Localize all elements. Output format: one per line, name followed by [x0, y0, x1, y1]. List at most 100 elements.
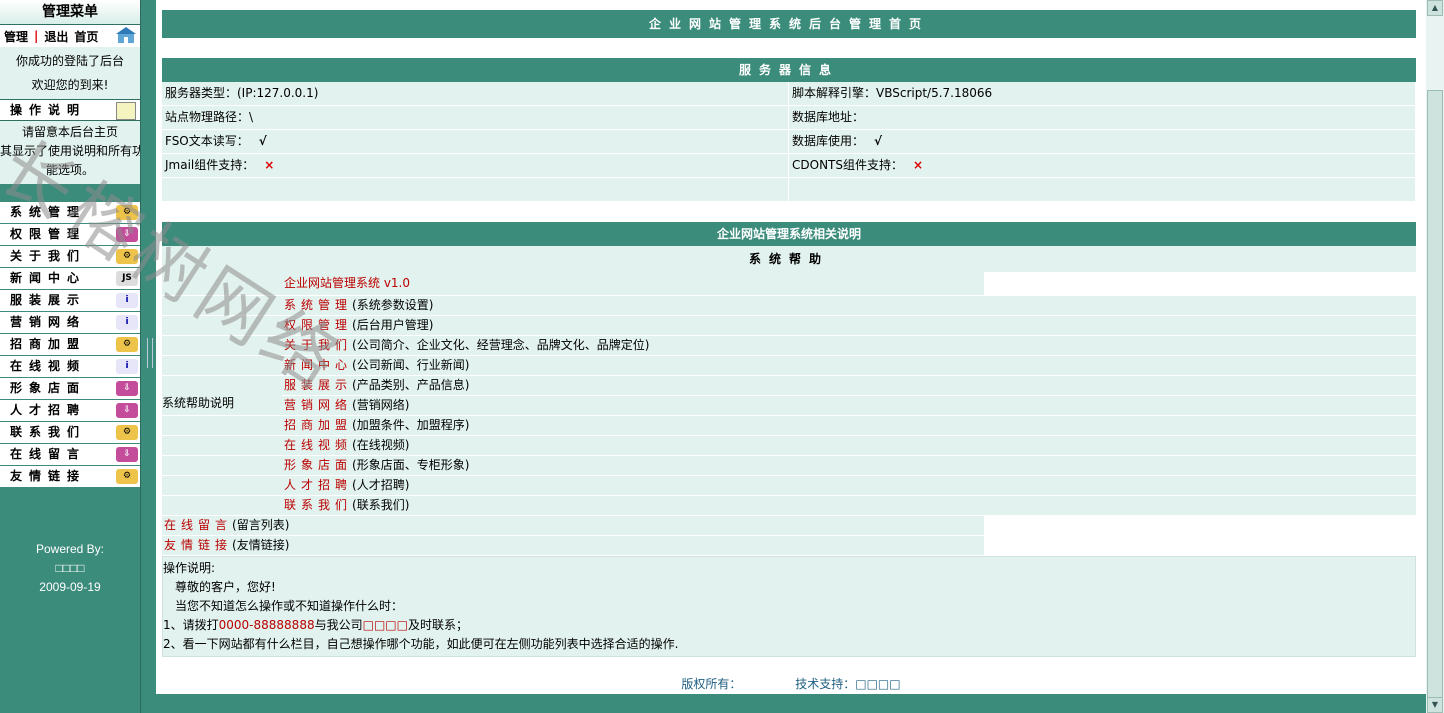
table-cell: 数据库使用： √ [789, 130, 1416, 153]
sidebar-menu-item[interactable]: 联系我们 ⚙ [0, 422, 140, 444]
help-item-desc: (营销网络) [352, 398, 410, 412]
splitter-grip-icon[interactable] [147, 338, 153, 368]
help-item: 新闻中心(公司新闻、行业新闻) [282, 356, 1254, 375]
table-cell [162, 178, 789, 201]
instructions-header[interactable]: 操作说明 [0, 99, 140, 121]
help-left-cell [162, 416, 282, 435]
server-info-table: 服务器类型：(IP:127.0.0.1) 脚本解释引擎：VBScript/5.7.… [162, 82, 1416, 202]
help-item-name[interactable]: 在线视频 [284, 438, 352, 452]
help-row: 权限管理(后台用户管理) [162, 316, 1416, 336]
help-right-cell [984, 536, 1416, 555]
table-cell: 数据库地址： [789, 106, 1416, 129]
help-left-cell [162, 436, 282, 455]
footer-copyright: 版权所有： [681, 677, 742, 691]
help-left-cell [162, 336, 282, 355]
sidebar-menu-item[interactable]: 招商加盟 ⚙ [0, 334, 140, 356]
sidebar-menu-item[interactable]: 权限管理 ⇩ [0, 224, 140, 246]
help-item-name[interactable]: 系统管理 [284, 298, 352, 312]
table-cell: 脚本解释引擎：VBScript/5.7.18066 [789, 82, 1416, 105]
sidebar-gap [0, 184, 140, 202]
home-link[interactable]: 首页 [74, 28, 98, 45]
table-cell: 服务器类型：(IP:127.0.0.1) [162, 82, 789, 105]
help-right-cell [1254, 376, 1416, 395]
table-cell [789, 178, 1416, 201]
help-item-desc: (系统参数设置) [352, 298, 434, 312]
content-frame: 企业网站管理系统后台管理首页 服务器信息 服务器类型：(IP:127.0.0.1… [162, 10, 1416, 657]
sidebar-menu: 系统管理 ⚙ 权限管理 ⇩ 关于我们 ⚙ 新闻中心 JS 服装展示 i 营销网络 i 招商加盟 ⚙ 在线视频… [0, 202, 140, 488]
search-doc-icon [116, 102, 136, 120]
scroll-down-icon[interactable]: ▼ [1427, 697, 1443, 713]
sidebar-menu-label: 新闻中心 [10, 271, 87, 285]
vertical-scrollbar[interactable]: ▲ ▼ [1426, 0, 1444, 713]
help-right-cell [1254, 416, 1416, 435]
table-row: 服务器类型：(IP:127.0.0.1) 脚本解释引擎：VBScript/5.7.… [162, 82, 1416, 106]
sidebar-menu-label: 招商加盟 [10, 337, 87, 351]
help-item: 营销网络(营销网络) [282, 396, 1254, 415]
sidebar-menu-item[interactable]: 新闻中心 JS [0, 268, 140, 290]
download-icon: ⇩ [116, 381, 138, 396]
help-item-name[interactable]: 友情链接 [164, 538, 232, 552]
check-icon: √ [258, 134, 267, 148]
sidebar-menu-label: 系统管理 [10, 205, 87, 219]
download-icon: ⇩ [116, 403, 138, 418]
cell-text: 站点物理路径：\ [165, 110, 254, 124]
help-item-name[interactable]: 在线留言 [164, 518, 232, 532]
sidebar-menu-item[interactable]: 关于我们 ⚙ [0, 246, 140, 268]
gear-icon: ⚙ [116, 469, 138, 484]
help-row: 营销网络(营销网络) [162, 396, 1416, 416]
powered-by-block: Powered By: □□□□ 2009-09-19 [0, 540, 140, 597]
download-icon: ⇩ [116, 227, 138, 242]
cell-text: CDONTS组件支持： [792, 158, 903, 172]
help-row: 系统管理(系统参数设置) [162, 296, 1416, 316]
sidebar-menu-item[interactable]: 系统管理 ⚙ [0, 202, 140, 224]
sidebar-menu-label: 权限管理 [10, 227, 87, 241]
sidebar-menu-label: 人才招聘 [10, 403, 87, 417]
instructions-line-1: 请留意本后台主页 [21, 125, 118, 139]
welcome-line-2: 欢迎您的到来! [31, 78, 109, 92]
help-item-name[interactable]: 新闻中心 [284, 358, 352, 372]
help-item-name[interactable]: 服装展示 [284, 378, 352, 392]
help-item-desc: (形象店面、专柜形象) [352, 458, 470, 472]
server-info-title: 服务器信息 [162, 58, 1416, 82]
info-icon: i [116, 293, 138, 308]
help-row: 在线留言(留言列表) [162, 516, 1416, 536]
sidebar-menu-label: 友情链接 [10, 469, 87, 483]
help-item-desc: (产品类别、产品信息) [352, 378, 470, 392]
table-row [162, 178, 1416, 202]
home-icon[interactable] [116, 27, 136, 45]
ops-step1-post: 及时联系； [407, 618, 468, 632]
help-item-name[interactable]: 关于我们 [284, 338, 352, 352]
help-item-name[interactable]: 形象店面 [284, 458, 352, 472]
help-right-cell [1254, 356, 1416, 375]
sidebar-menu-item[interactable]: 在线留言 ⇩ [0, 444, 140, 466]
sidebar-menu-item[interactable]: 营销网络 i [0, 312, 140, 334]
sidebar-menu-item[interactable]: 在线视频 i [0, 356, 140, 378]
sidebar-menu-item[interactable]: 服装展示 i [0, 290, 140, 312]
help-row: 关于我们(公司简介、企业文化、经营理念、品牌文化、品牌定位) [162, 336, 1416, 356]
scroll-up-icon[interactable]: ▲ [1427, 0, 1443, 16]
manage-link[interactable]: 管理 [4, 28, 28, 45]
table-row: Jmail组件支持： × CDONTS组件支持： × [162, 154, 1416, 178]
help-item-name[interactable]: 营销网络 [284, 398, 352, 412]
cell-text: 脚本解释引擎：VBScript/5.7.18066 [792, 86, 993, 100]
sidebar-menu-label: 服装展示 [10, 293, 87, 307]
ops-step-2: 2、看一下网站都有什么栏目，自己想操作哪个功能，如此便可在左侧功能列表中选择合适… [163, 637, 679, 651]
scroll-thumb[interactable] [1427, 90, 1443, 700]
sidebar-menu-item[interactable]: 友情链接 ⚙ [0, 466, 140, 488]
help-item-name[interactable]: 联系我们 [284, 498, 352, 512]
sidebar-menu-item[interactable]: 人才招聘 ⇩ [0, 400, 140, 422]
table-row: FSO文本读写： √ 数据库使用： √ [162, 130, 1416, 154]
help-item-name[interactable]: 权限管理 [284, 318, 352, 332]
help-item-name[interactable]: 人才招聘 [284, 478, 352, 492]
help-version: 企业网站管理系统 v1.0 [282, 272, 984, 295]
gear-icon: ⚙ [116, 205, 138, 220]
help-item: 形象店面(形象店面、专柜形象) [282, 456, 1254, 475]
logout-link[interactable]: 退出 [44, 28, 68, 45]
sidebar-menu-item[interactable]: 形象店面 ⇩ [0, 378, 140, 400]
instructions-line-3: 能选项。 [45, 163, 94, 177]
help-item-desc: (后台用户管理) [352, 318, 434, 332]
cell-text: 数据库地址： [792, 110, 865, 124]
help-item-name[interactable]: 招商加盟 [284, 418, 352, 432]
welcome-line-1: 你成功的登陆了后台 [15, 54, 124, 68]
help-right-cell [984, 516, 1416, 535]
